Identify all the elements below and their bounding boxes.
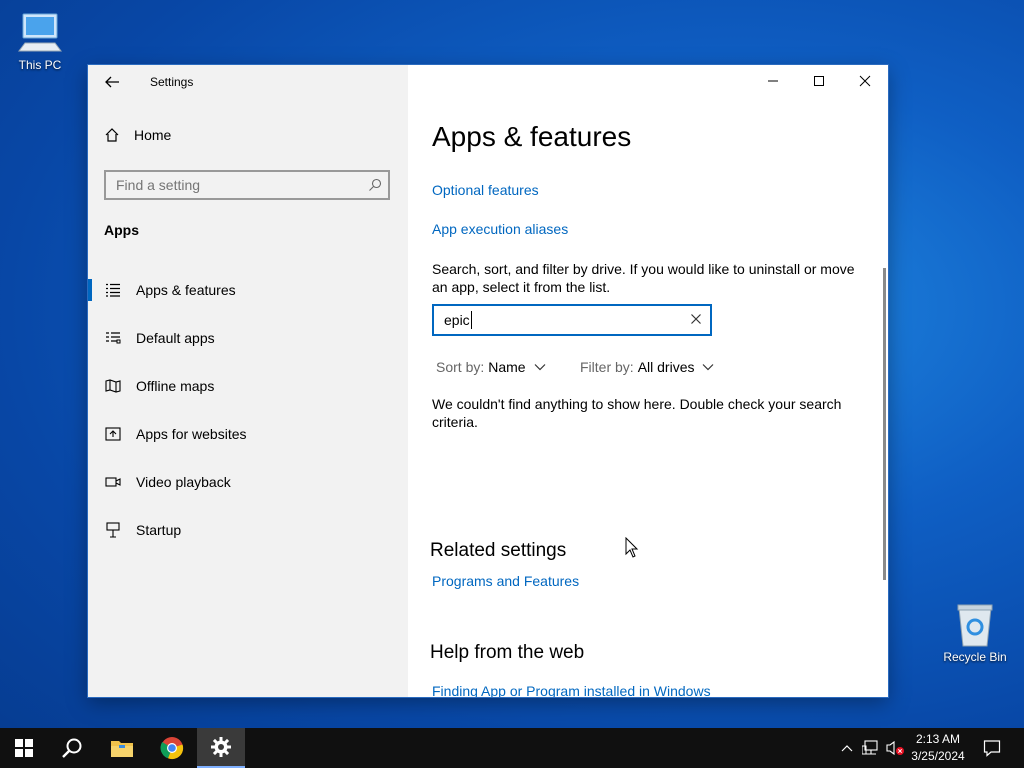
notifications-button[interactable] xyxy=(976,728,1008,768)
startup-icon xyxy=(104,521,122,539)
clock-time: 2:13 AM xyxy=(915,732,961,746)
title-bar: Settings xyxy=(88,65,408,99)
app-search-value: epic xyxy=(444,312,470,328)
sidebar-item-apps-for-websites[interactable]: Apps for websites xyxy=(88,414,408,454)
app-search-input[interactable]: epic xyxy=(432,304,712,336)
chrome-icon xyxy=(160,737,184,760)
taskbar-file-explorer[interactable] xyxy=(98,728,146,768)
computer-icon xyxy=(18,13,62,52)
start-icon xyxy=(15,739,33,757)
filter-dropdown[interactable]: Filter by: All drives xyxy=(580,359,714,375)
help-link-finding-app[interactable]: Finding App or Program installed in Wind… xyxy=(432,683,711,697)
list-icon xyxy=(104,281,122,299)
settings-icon xyxy=(211,737,231,757)
home-icon xyxy=(105,128,119,142)
sidebar-item-label: Video playback xyxy=(136,474,231,490)
sidebar-item-label: Apps & features xyxy=(136,282,236,298)
taskbar-settings[interactable] xyxy=(197,728,245,768)
clock-date: 3/25/2024 xyxy=(911,749,965,763)
web-app-icon xyxy=(104,425,122,443)
sidebar-item-default-apps[interactable]: Default apps xyxy=(88,318,408,358)
recycle-bin-icon xyxy=(957,604,993,647)
home-label: Home xyxy=(134,127,172,143)
back-arrow-icon xyxy=(105,76,119,88)
sidebar-item-video-playback[interactable]: Video playback xyxy=(88,462,408,502)
filter-label: Filter by: xyxy=(580,359,634,375)
desktop-icon-label: Recycle Bin xyxy=(943,650,1007,664)
filter-value: All drives xyxy=(637,359,695,375)
find-setting-input[interactable] xyxy=(106,172,356,198)
sort-value: Name xyxy=(488,359,526,375)
mouse-cursor-icon xyxy=(625,537,639,558)
taskbar-search-button[interactable] xyxy=(48,728,96,768)
sort-label: Sort by: xyxy=(436,359,485,375)
sidebar-item-label: Apps for websites xyxy=(136,426,247,442)
back-button[interactable] xyxy=(102,72,122,92)
window-title: Settings xyxy=(150,75,194,89)
text-caret xyxy=(471,311,472,329)
sidebar-item-startup[interactable]: Startup xyxy=(88,510,408,550)
sidebar-item-label: Offline maps xyxy=(136,378,215,394)
section-title-apps: Apps xyxy=(104,222,139,238)
network-icon xyxy=(862,740,878,755)
chevron-down-icon xyxy=(534,364,546,371)
programs-and-features-link[interactable]: Programs and Features xyxy=(432,573,579,589)
file-explorer-icon xyxy=(111,741,133,757)
sidebar-item-apps-features[interactable]: Apps & features xyxy=(88,270,408,310)
clear-icon[interactable] xyxy=(690,313,702,325)
settings-window: Settings Home Apps Apps & features xyxy=(88,65,888,697)
sidebar-item-label: Default apps xyxy=(136,330,215,346)
main-content: Apps & features Optional features App ex… xyxy=(408,65,888,697)
taskbar: 2:13 AM 3/25/2024 xyxy=(0,728,1024,768)
network-button[interactable] xyxy=(861,728,881,768)
home-nav-item[interactable]: Home xyxy=(104,127,171,143)
chevron-down-icon xyxy=(703,364,714,371)
search-icon xyxy=(62,738,82,758)
sidebar-item-offline-maps[interactable]: Offline maps xyxy=(88,366,408,406)
chevron-up-icon xyxy=(841,745,853,752)
app-execution-aliases-link[interactable]: App execution aliases xyxy=(432,221,568,237)
search-description: Search, sort, and filter by drive. If yo… xyxy=(432,261,855,295)
search-icon[interactable] xyxy=(368,178,382,192)
desktop-icon-recycle-bin[interactable]: Recycle Bin xyxy=(935,602,1015,664)
video-icon xyxy=(104,473,122,491)
desktop-icon-label: This PC xyxy=(18,58,62,72)
page-title: Apps & features xyxy=(432,121,632,152)
show-hidden-icons-button[interactable] xyxy=(838,728,856,768)
find-setting-search xyxy=(104,170,390,200)
taskbar-clock[interactable]: 2:13 AM 3/25/2024 xyxy=(900,731,976,765)
help-heading: Help from the web xyxy=(430,642,585,663)
optional-features-link[interactable]: Optional features xyxy=(432,182,539,198)
related-settings-heading: Related settings xyxy=(430,540,567,561)
start-button[interactable] xyxy=(0,728,48,768)
desktop-icon-this-pc[interactable]: This PC xyxy=(0,10,80,72)
default-apps-icon xyxy=(104,329,122,347)
scrollbar[interactable] xyxy=(883,268,886,580)
sidebar: Settings Home Apps Apps & features xyxy=(88,65,408,697)
notification-icon xyxy=(983,740,1001,757)
empty-results-message: We couldn't find anything to show here. … xyxy=(432,396,842,430)
taskbar-chrome[interactable] xyxy=(148,728,196,768)
sort-dropdown[interactable]: Sort by: Name xyxy=(436,359,546,375)
sidebar-item-label: Startup xyxy=(136,522,182,538)
map-icon xyxy=(104,377,122,395)
